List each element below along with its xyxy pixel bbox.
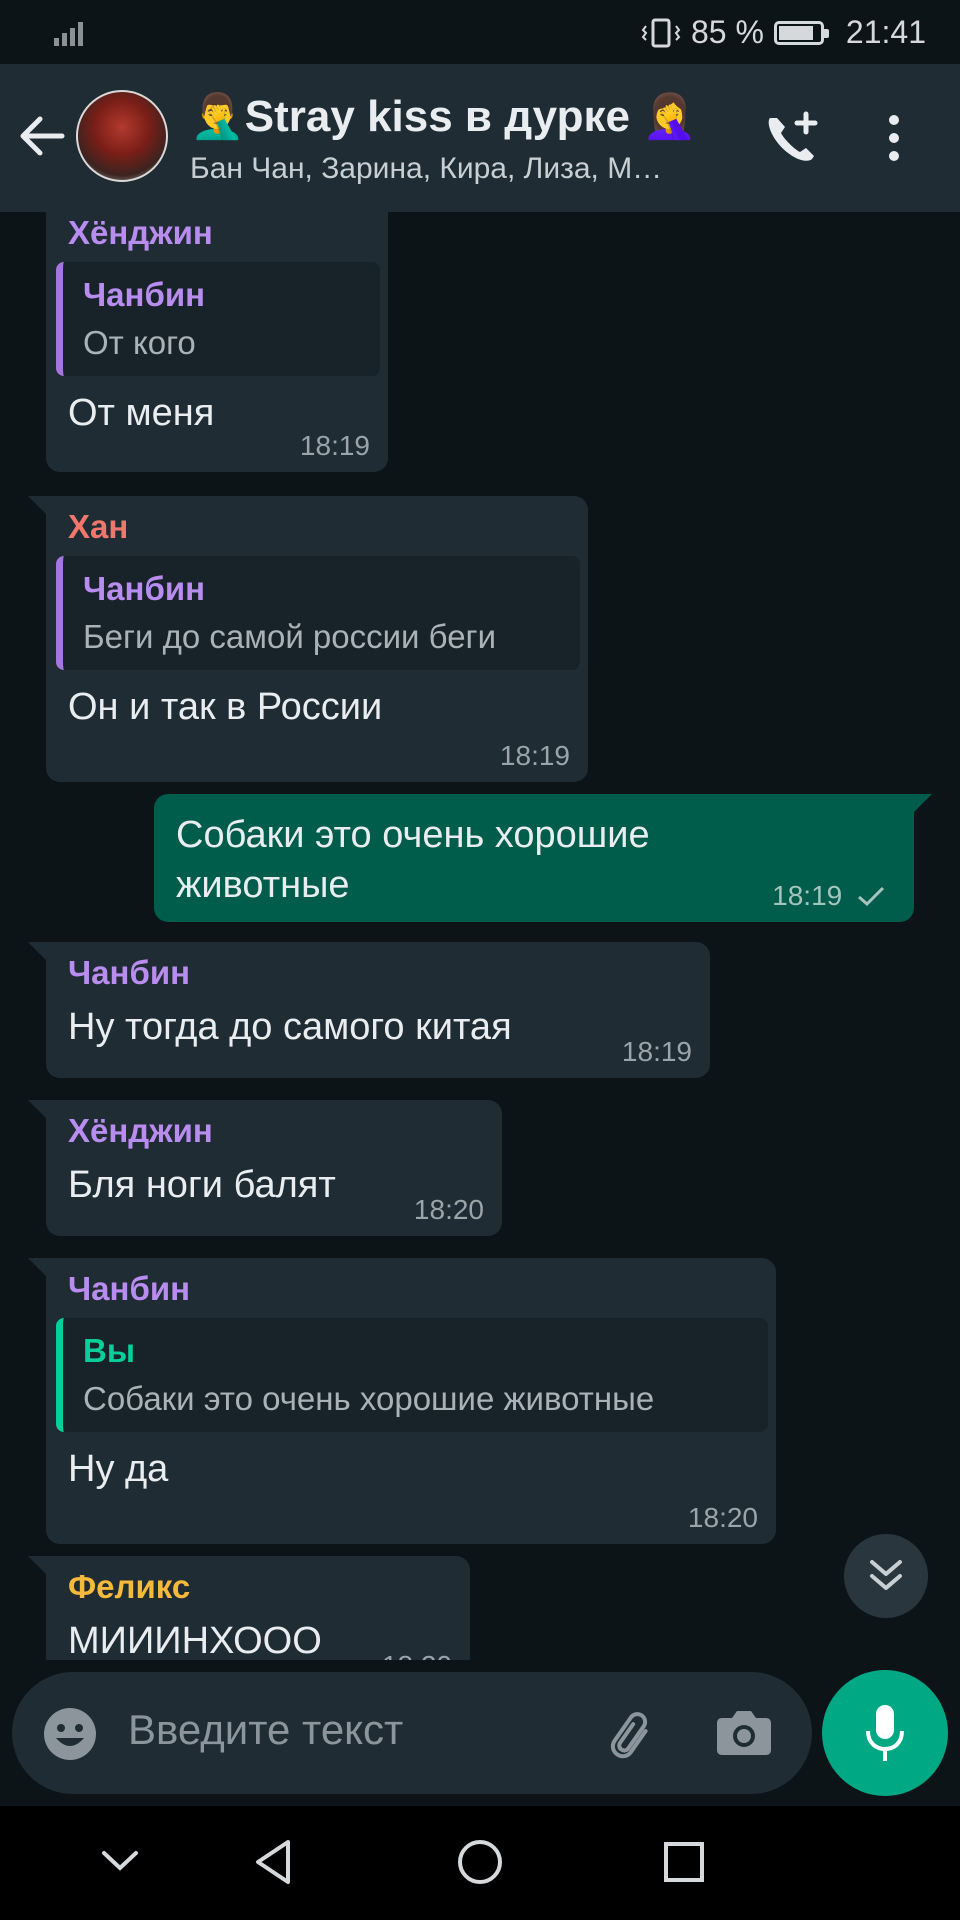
chat-header: 🤦‍♂️Stray kiss в дурке 🤦‍♀️ Бан Чан, Зар… [0,64,960,212]
emoji-icon[interactable] [42,1706,98,1762]
microphone-icon [866,1705,904,1761]
add-call-icon[interactable] [762,110,822,166]
composer-bar: Введите текст [0,1660,960,1800]
system-nav-bar [0,1806,960,1920]
quoted-text: Беги до самой россии беги [83,618,497,655]
message-bubble[interactable]: Чанбин Ну тогда до самого китая 18:19 [28,942,710,1078]
message-list[interactable]: Хёнджин Чанбин От кого От меня 18:19 Хан… [0,212,960,1660]
recents-square-icon[interactable] [662,1840,706,1884]
message-text: Он и так в России [68,686,383,728]
message-sender: Феликс [68,1568,191,1605]
message-sender: Чанбин [68,954,191,991]
message-bubble[interactable]: Хёнджин Бля ноги балят 18:20 [28,1100,502,1236]
paperclip-icon[interactable] [600,1706,658,1764]
group-title[interactable]: 🤦‍♂️Stray kiss в дурке 🤦‍♀️ [190,90,697,142]
battery-icon [773,20,829,45]
home-circle-icon[interactable] [456,1838,504,1886]
double-chevron-down-icon [870,1560,902,1590]
quoted-sender: Чанбин [83,570,206,607]
camera-icon[interactable] [716,1706,772,1758]
message-bubble[interactable]: Феликс МИИИНХООО 18:20 [28,1556,470,1660]
message-bubble[interactable]: Чанбин Вы Собаки это очень хорошие живот… [28,1258,776,1544]
quoted-text: От кого [83,324,196,361]
quoted-text: Собаки это очень хорошие животные [83,1380,655,1417]
message-time: 18:19 [499,740,570,771]
group-avatar[interactable] [76,90,168,182]
message-time: 18:20 [382,1650,452,1660]
message-input[interactable]: Введите текст [12,1672,812,1794]
more-vert-icon[interactable] [886,114,902,162]
quoted-sender: Вы [83,1332,136,1369]
group-members[interactable]: Бан Чан, Зарина, Кира, Лиза, М… [190,152,662,186]
message-time: 18:20 [687,1502,758,1533]
message-input-placeholder: Введите текст [128,1706,404,1753]
message-time: 18:19 [772,880,886,912]
message-time: 18:20 [413,1194,484,1225]
message-text: Ну тогда до самого китая [68,1006,512,1048]
scroll-to-bottom-button[interactable] [844,1534,928,1618]
message-sender: Хёнджин [68,1112,213,1149]
message-sender: Хан [68,508,129,545]
quoted-message[interactable]: Чанбин Беги до самой россии беги [56,556,580,670]
clock: 21:41 [845,14,926,50]
voice-record-button[interactable] [822,1670,948,1796]
quoted-message[interactable]: Чанбин От кого [56,262,380,376]
vibrate-icon [641,18,681,47]
signal-icon [54,22,83,46]
message-bubble[interactable]: Хёнджин Чанбин От кого От меня 18:19 [46,212,388,472]
chevron-down-icon[interactable] [100,1848,140,1874]
message-time: 18:19 [621,1036,692,1067]
sent-check-icon [858,886,885,907]
arrow-left-icon[interactable] [18,114,66,158]
quoted-sender: Чанбин [83,276,206,313]
message-text: Собаки это очень хорошие животные [176,814,650,906]
back-triangle-icon[interactable] [252,1838,294,1886]
battery-percent: 85 % [690,14,764,50]
status-bar: 85 % 21:41 [0,0,960,64]
message-time: 18:19 [299,430,370,461]
quoted-message[interactable]: Вы Собаки это очень хорошие животные [56,1318,768,1432]
message-bubble[interactable]: Хан Чанбин Беги до самой россии беги Он … [28,496,588,782]
message-sender: Чанбин [68,1270,191,1307]
message-text: Ну да [68,1448,169,1490]
message-sender: Хёнджин [68,214,213,251]
message-bubble-outgoing[interactable]: Собаки это очень хорошие животные 18:19 [154,794,932,922]
